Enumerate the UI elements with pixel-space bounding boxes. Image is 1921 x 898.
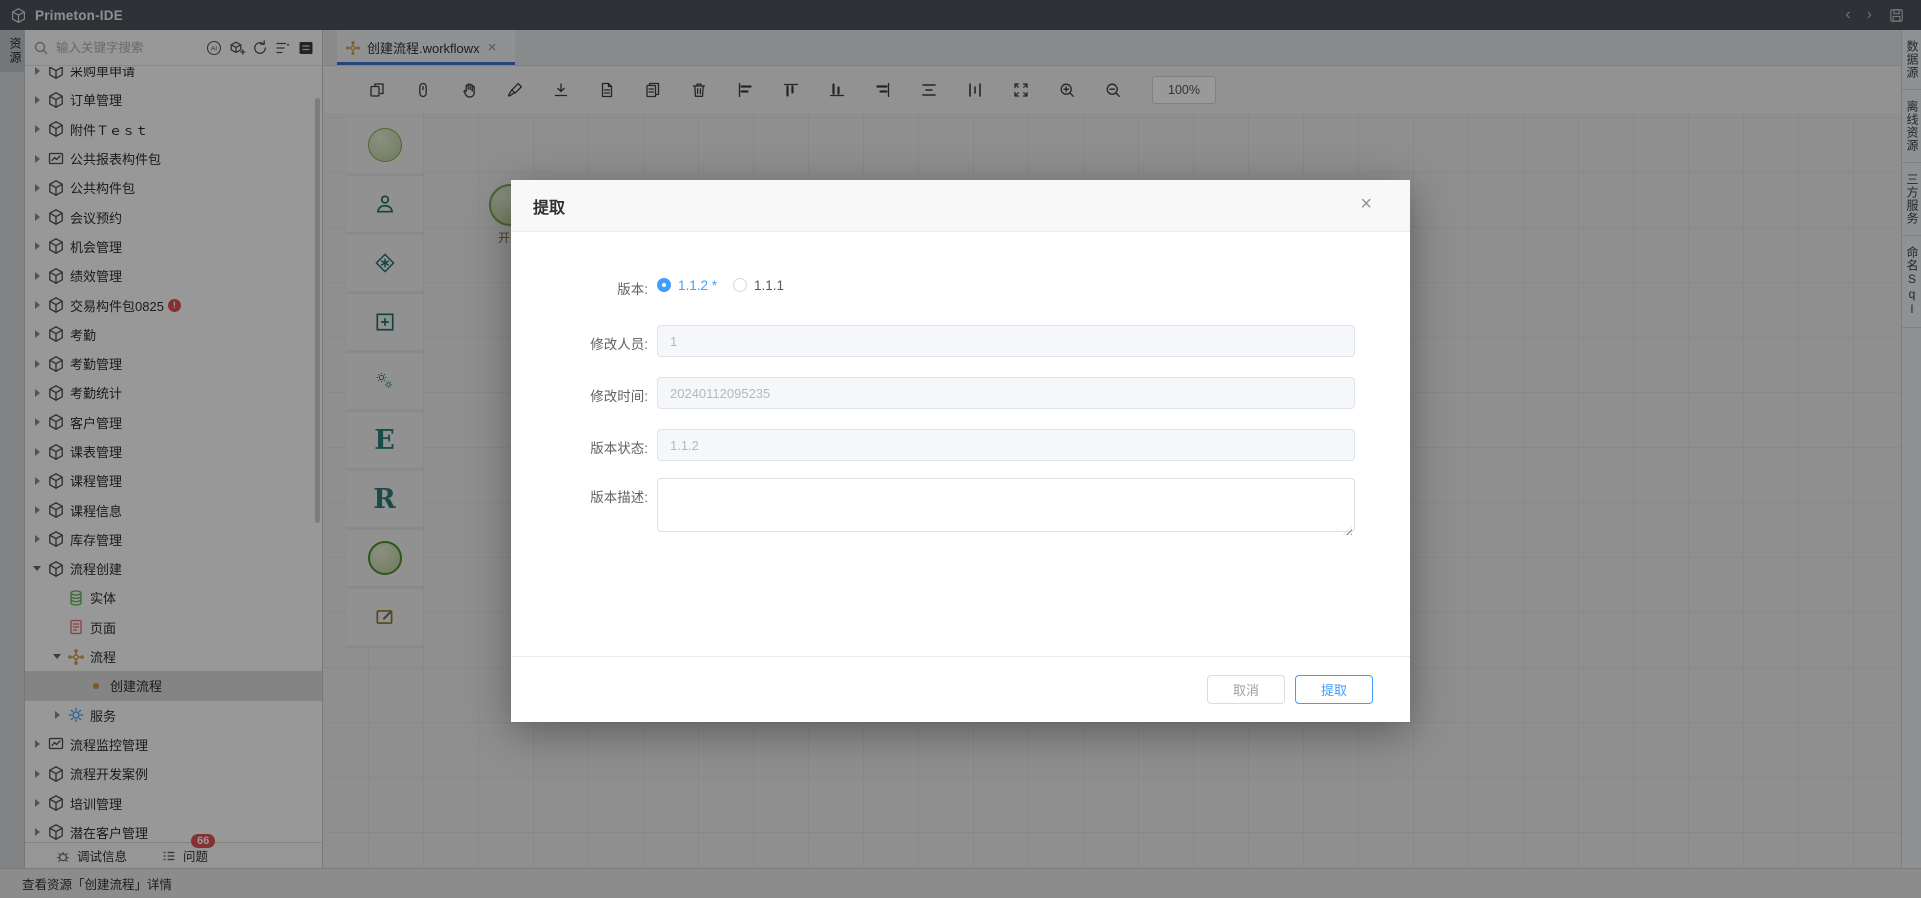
extract-button[interactable]: 提取	[1295, 675, 1373, 704]
modifier-field	[657, 325, 1355, 357]
version-option-2[interactable]: 1.1.1	[754, 278, 784, 293]
modifier-label: 修改人员:	[535, 333, 648, 353]
version-status-field	[657, 429, 1355, 461]
extract-dialog: 提取 × 版本: 1.1.2 * 1.1.1 修改人员: 修改时间: 版本状态:…	[511, 180, 1410, 722]
modify-time-field	[657, 377, 1355, 409]
version-desc-label: 版本描述:	[535, 486, 648, 506]
dialog-header: 提取 ×	[511, 180, 1410, 232]
dialog-body: 版本: 1.1.2 * 1.1.1 修改人员: 修改时间: 版本状态: 版本描述…	[511, 232, 1410, 657]
version-option-1[interactable]: 1.1.2 *	[678, 278, 717, 293]
dialog-title: 提取	[533, 194, 565, 218]
dialog-close-icon[interactable]: ×	[1360, 193, 1372, 216]
version-radio-group: 1.1.2 * 1.1.1	[657, 275, 784, 295]
version-desc-field[interactable]	[657, 478, 1355, 532]
modify-time-label: 修改时间:	[535, 385, 648, 405]
version-label: 版本:	[535, 278, 648, 298]
radio-selected-icon[interactable]	[657, 278, 671, 292]
dialog-footer: 取消 提取	[511, 656, 1410, 722]
cancel-button[interactable]: 取消	[1207, 675, 1285, 704]
version-status-label: 版本状态:	[535, 437, 648, 457]
radio-unselected-icon[interactable]	[733, 278, 747, 292]
